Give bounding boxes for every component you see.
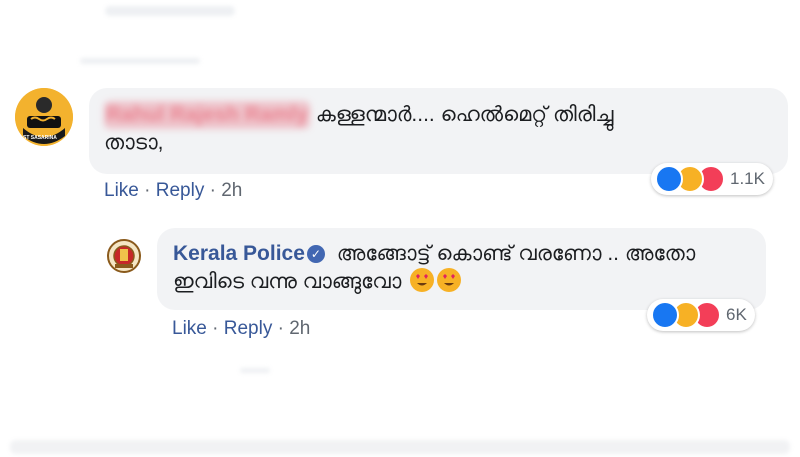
reaction-count: 1.1K — [730, 169, 765, 188]
reply-bubble: Kerala Police ✓ അങ്ങോട്ട് കൊണ്ട് വരണോ .. … — [157, 228, 766, 310]
faded-previous-comment — [105, 6, 235, 16]
reply-timestamp[interactable]: 2h — [289, 318, 310, 339]
faded-more-replies — [240, 368, 270, 373]
comment-timestamp[interactable]: 2h — [221, 180, 242, 201]
commenter-avatar[interactable]: ST SASARINA — [15, 88, 73, 146]
comment-author-name-blurred[interactable]: Rahul Rajesh Ramly — [104, 101, 310, 129]
reply-link[interactable]: Reply — [156, 180, 205, 201]
comment-bubble: Rahul Rajesh Ramly കള്ളന്മാർ.... ഹെൽമെറ്… — [89, 88, 788, 174]
police-emblem-icon — [107, 239, 141, 273]
reply-reaction-summary[interactable]: 6K — [647, 299, 755, 331]
reaction-summary[interactable]: 1.1K — [651, 163, 773, 195]
reply-author-name[interactable]: Kerala Police — [173, 242, 305, 265]
reply-link[interactable]: Reply — [224, 318, 273, 339]
reply-actions: Like · Reply · 2h — [172, 318, 311, 339]
like-link[interactable]: Like — [104, 180, 139, 201]
avatar-caption: ST SASARINA — [23, 135, 57, 141]
like-icon — [651, 301, 679, 329]
heart-eyes-emoji — [437, 268, 462, 292]
verified-badge-icon: ✓ — [306, 245, 325, 263]
faded-next-comment — [10, 440, 790, 454]
reply-reaction-count: 6K — [726, 305, 747, 324]
heart-eyes-emoji — [410, 268, 435, 292]
like-icon — [655, 165, 683, 193]
like-link[interactable]: Like — [172, 318, 207, 339]
comment-actions: Like · Reply · 2h — [104, 180, 243, 201]
faded-previous-line — [80, 58, 200, 64]
kerala-police-avatar[interactable] — [104, 236, 144, 276]
